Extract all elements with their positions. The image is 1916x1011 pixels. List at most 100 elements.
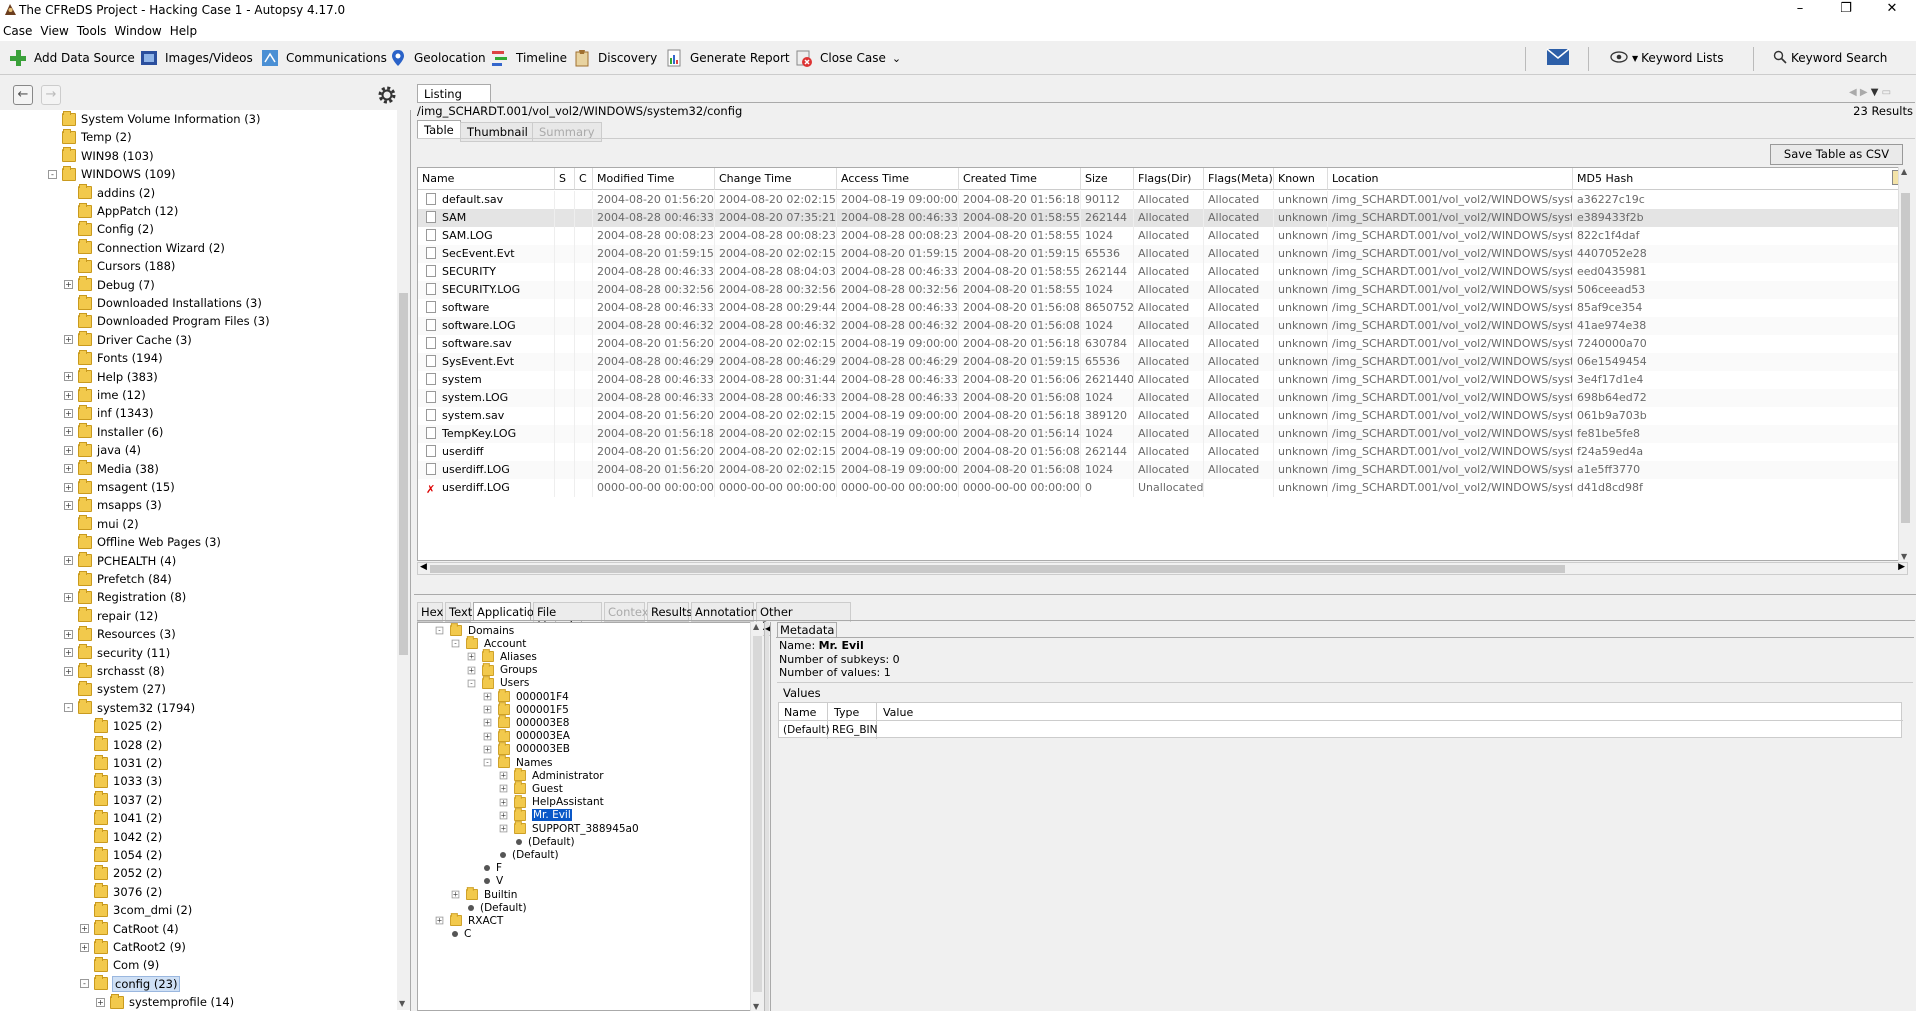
table-row[interactable]: TempKey.LOG2004-08-20 01:56:18 KST2004-0… [418, 425, 1907, 443]
table-row[interactable]: SysEvent.Evt2004-08-28 00:46:29 KST2004-… [418, 353, 1907, 371]
table-row[interactable]: SECURITY2004-08-28 00:46:33 KST2004-08-2… [418, 263, 1907, 281]
forward-button[interactable]: → [41, 85, 61, 105]
tree-node[interactable]: + Driver Cache (3) [64, 331, 192, 349]
tree-node[interactable]: + Installer (6) [64, 423, 163, 441]
expand-icon[interactable]: + [64, 556, 73, 566]
tab-summary[interactable]: Summary [532, 122, 602, 142]
tree-node[interactable]: + CatRoot2 (9) [80, 938, 186, 956]
tree-node[interactable]: Com (9) [80, 956, 159, 974]
table-row[interactable]: software.LOG2004-08-28 00:46:32 KST2004-… [418, 317, 1907, 335]
tree-node[interactable]: 1028 (2) [80, 736, 162, 754]
column-header[interactable]: S [555, 168, 575, 190]
close-case-button[interactable]: Close Case ⌄ [794, 47, 901, 69]
tab-annotations[interactable]: Annotations [691, 602, 764, 622]
tree-node[interactable]: 1031 (2) [80, 754, 162, 772]
registry-node[interactable]: V [467, 875, 503, 888]
menu-window[interactable]: Window [110, 21, 165, 38]
expand-icon[interactable]: + [64, 500, 73, 510]
splitter[interactable] [414, 594, 1916, 595]
registry-node[interactable]: (Default) [451, 901, 527, 914]
table-row[interactable]: SAM.LOG2004-08-28 00:08:23 KST2004-08-28… [418, 227, 1907, 245]
registry-node[interactable]: - Domains [435, 623, 514, 637]
column-header[interactable]: Location [1328, 168, 1573, 190]
menu-help[interactable]: Help [166, 21, 201, 38]
expand-icon[interactable]: + [64, 666, 73, 676]
tab-application[interactable]: Application [473, 602, 541, 621]
table-row[interactable]: userdiff.LOG2004-08-20 01:56:20 KST2004-… [418, 461, 1907, 479]
tree-node[interactable]: Connection Wizard (2) [64, 239, 225, 257]
tree-node[interactable]: Downloaded Program Files (3) [64, 312, 270, 330]
registry-node[interactable]: + Administrator [499, 768, 604, 782]
tree-node[interactable]: 1037 (2) [80, 791, 162, 809]
back-button[interactable]: ← [13, 85, 33, 105]
collapse-icon[interactable]: - [467, 679, 476, 688]
add-data-source-button[interactable]: Add Data Source [8, 47, 135, 69]
registry-node[interactable]: + Groups [467, 662, 537, 677]
tree-node[interactable]: 1054 (2) [80, 846, 162, 864]
scroll-down-icon[interactable]: ▼ [753, 1002, 759, 1011]
expand-icon[interactable]: + [64, 390, 73, 400]
listing-nav-icons[interactable]: ◀ ▶ ▼ ▭ [1849, 87, 1891, 98]
toolbar-overflow-icon[interactable]: ⌄ [892, 52, 901, 65]
registry-node[interactable]: + Guest [499, 781, 563, 795]
table-hscrollbar[interactable]: ◀ ▶ [417, 562, 1908, 575]
tree-node[interactable]: Cursors (188) [64, 257, 175, 275]
scroll-left-icon[interactable]: ◀ [420, 562, 427, 572]
tree-node[interactable]: 1025 (2) [80, 717, 162, 735]
scroll-up-icon[interactable]: ▲ [753, 622, 759, 631]
registry-node[interactable]: F [467, 862, 502, 875]
expand-icon[interactable]: + [64, 592, 73, 602]
tab-results[interactable]: Results [647, 602, 693, 622]
tree-node[interactable]: + Media (38) [64, 460, 159, 478]
registry-node[interactable]: +000003EB [483, 742, 570, 756]
tree-node[interactable]: system (27) [64, 680, 166, 698]
registry-node[interactable]: + Aliases [467, 649, 537, 663]
tree-node[interactable]: System Volume Information (3) [48, 110, 260, 128]
registry-node[interactable]: + SUPPORT_388945a0 [499, 821, 639, 835]
images-videos-button[interactable]: Images/Videos [139, 47, 253, 69]
tree-node[interactable]: Fonts (194) [64, 349, 163, 367]
tree-node[interactable]: + security (11) [64, 644, 170, 662]
table-row[interactable]: default.sav2004-08-20 01:56:20 KST2004-0… [418, 191, 1907, 209]
tab-table[interactable]: Table [417, 120, 461, 138]
tree-node[interactable]: + Debug (7) [64, 276, 155, 294]
registry-node[interactable]: +000003E8 [483, 715, 569, 729]
menu-tools[interactable]: Tools [73, 21, 111, 38]
registry-node[interactable]: + Mr. Evil [499, 808, 573, 823]
column-header[interactable]: Modified Time [593, 168, 715, 190]
geolocation-button[interactable]: Geolocation [388, 47, 486, 69]
collapse-icon[interactable]: - [483, 758, 492, 767]
registry-node[interactable]: +000003EA [483, 728, 570, 743]
tree-node[interactable]: AppPatch (12) [64, 202, 178, 220]
keyword-lists-button[interactable]: ▼ Keyword Lists [1610, 47, 1723, 69]
expand-icon[interactable]: + [64, 280, 73, 290]
timeline-button[interactable]: Timeline [490, 47, 567, 69]
tab-thumbnail[interactable]: Thumbnail [460, 122, 535, 142]
generate-report-button[interactable]: Generate Report [664, 47, 790, 69]
registry-node[interactable]: (Default) [499, 835, 575, 848]
tree-node[interactable]: + PCHEALTH (4) [64, 552, 176, 570]
table-row[interactable]: software.sav2004-08-20 01:56:20 KST2004-… [418, 335, 1907, 353]
tree-node[interactable]: WIN98 (103) [48, 147, 154, 165]
menu-view[interactable]: View [36, 21, 72, 38]
registry-node[interactable]: - Account [451, 636, 526, 650]
registry-scroll-thumb[interactable] [753, 636, 762, 992]
expand-icon[interactable]: + [64, 482, 73, 492]
table-row[interactable]: system2004-08-28 00:46:33 KST2004-08-28 … [418, 371, 1907, 389]
expand-icon[interactable]: + [80, 924, 89, 934]
tree-node[interactable]: + Help (383) [64, 368, 158, 386]
expand-icon[interactable]: + [499, 785, 508, 793]
close-window-button[interactable]: ✕ [1869, 0, 1915, 21]
expand-icon[interactable]: + [499, 771, 508, 780]
scroll-down-icon[interactable]: ▼ [1901, 552, 1907, 561]
expand-icon[interactable]: + [483, 745, 492, 754]
expand-icon[interactable]: + [483, 719, 492, 727]
registry-node[interactable]: + Builtin [451, 887, 517, 901]
registry-node[interactable]: - Names [483, 755, 552, 769]
registry-node[interactable]: +000001F5 [483, 702, 569, 716]
menu-case[interactable]: Case [0, 21, 36, 38]
tree-node[interactable]: + java (4) [64, 441, 141, 459]
tree-node[interactable]: 3com_dmi (2) [80, 901, 192, 919]
communications-button[interactable]: Communications [260, 47, 387, 69]
tab-text[interactable]: Text [445, 602, 472, 622]
